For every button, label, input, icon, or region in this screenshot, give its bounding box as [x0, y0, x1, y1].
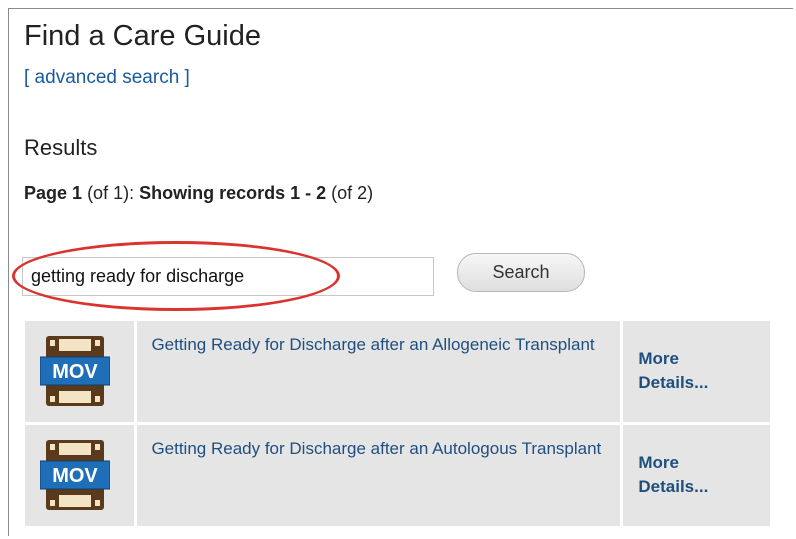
result-more-cell: More Details...	[623, 321, 770, 422]
more-details-link[interactable]: More Details...	[638, 347, 718, 395]
showing-records: Showing records 1 - 2	[139, 183, 327, 203]
result-title-link[interactable]: Getting Ready for Discharge after an All…	[151, 335, 594, 354]
page-of: (of 1):	[87, 183, 135, 203]
records-total: (of 2)	[331, 183, 374, 203]
mov-film-icon[interactable]: MOV	[40, 334, 110, 408]
table-row: MOV Getting Ready for Discharge after an…	[25, 425, 770, 526]
result-more-cell: More Details...	[623, 425, 770, 526]
mov-film-icon[interactable]: MOV	[40, 438, 110, 512]
result-title-cell: Getting Ready for Discharge after an All…	[137, 321, 624, 422]
search-button[interactable]: Search	[457, 253, 585, 292]
search-area	[12, 241, 434, 311]
table-row: MOV Getting Ready for Discharge after an…	[25, 321, 770, 422]
advanced-search-link[interactable]: [ advanced search ]	[24, 67, 190, 89]
result-title-cell: Getting Ready for Discharge after an Aut…	[137, 425, 624, 526]
paging-info: Page 1 (of 1): Showing records 1 - 2 (of…	[24, 183, 373, 204]
result-icon-cell: MOV	[25, 425, 138, 526]
page-number: Page 1	[24, 183, 83, 203]
result-title-link[interactable]: Getting Ready for Discharge after an Aut…	[151, 439, 601, 458]
more-details-link[interactable]: More Details...	[638, 451, 718, 499]
mov-badge-text: MOV	[52, 361, 98, 383]
search-input[interactable]	[22, 257, 434, 296]
mov-badge-text: MOV	[52, 465, 98, 487]
result-icon-cell: MOV	[25, 321, 138, 422]
results-table: MOV Getting Ready for Discharge after an…	[25, 318, 770, 529]
page-title: Find a Care Guide	[24, 20, 261, 52]
results-heading: Results	[24, 135, 98, 160]
